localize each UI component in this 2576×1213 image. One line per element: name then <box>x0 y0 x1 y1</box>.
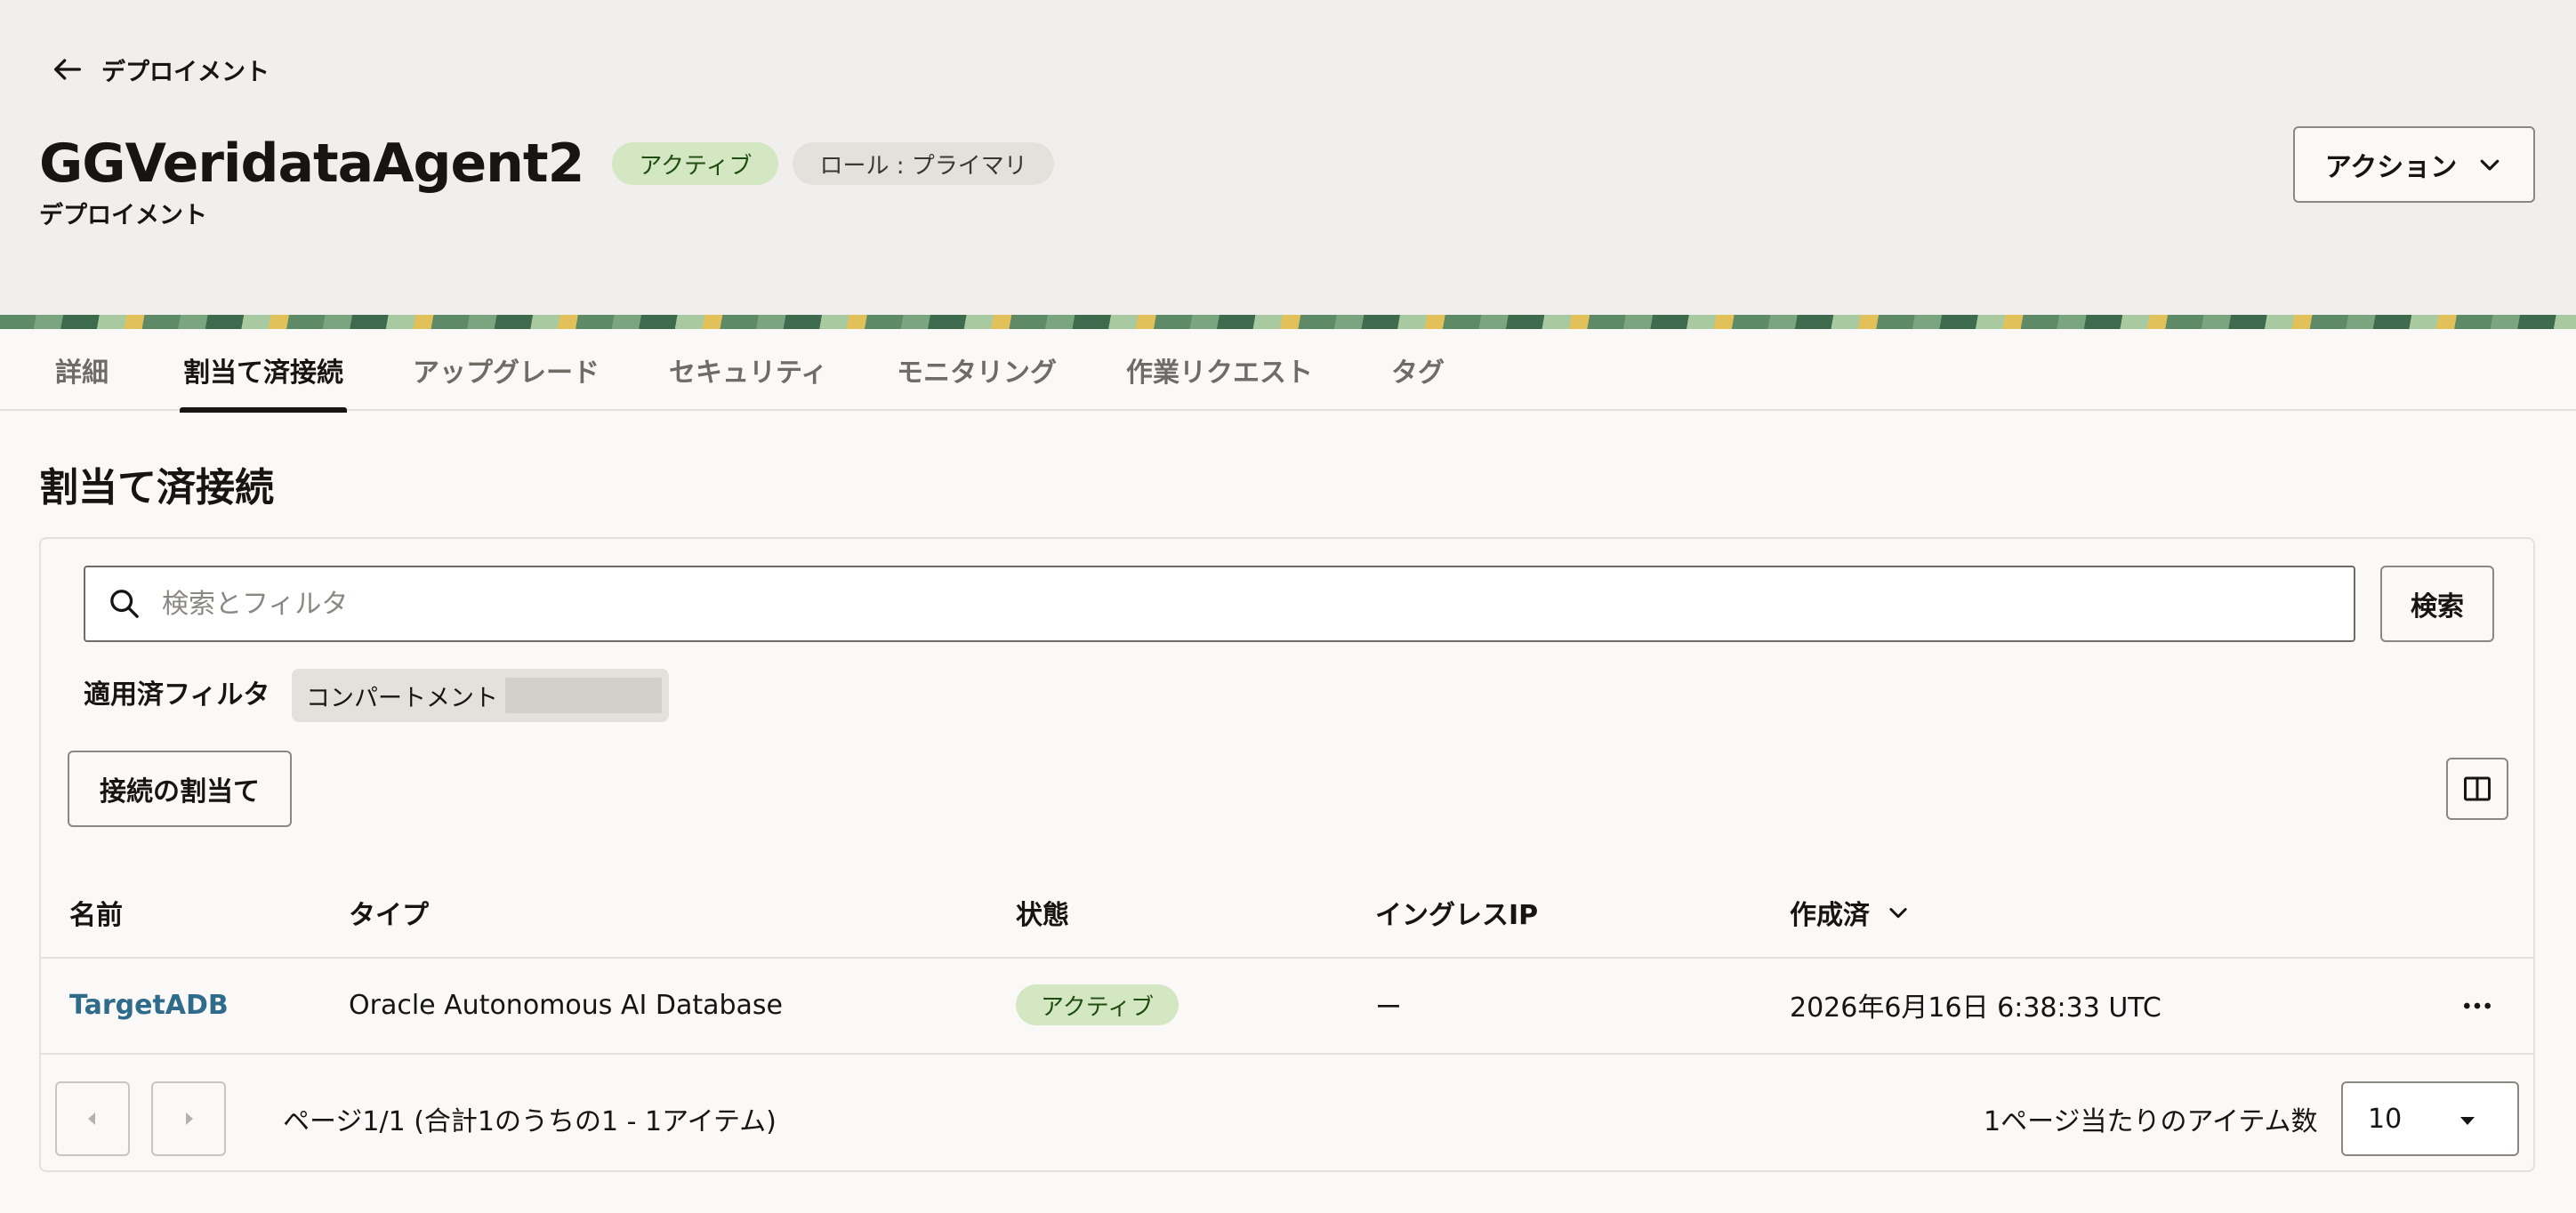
filter-chip-label: コンパートメント <box>306 684 498 712</box>
caret-down-icon <box>2460 1117 2475 1125</box>
decorative-banner <box>0 315 2576 329</box>
title-row: GGVeridataAgent2 アクティブ ロール : プライマリ <box>39 128 1054 199</box>
table-divider <box>41 957 2533 959</box>
items-per-page-select[interactable]: 10 <box>2341 1081 2519 1156</box>
tab-details[interactable]: 詳細 <box>55 329 109 411</box>
search-input[interactable] <box>162 588 2297 620</box>
actions-menu-button[interactable]: アクション <box>2293 126 2535 203</box>
chevron-down-icon <box>2480 159 2500 171</box>
connection-ingress-ip: ー <box>1375 992 1402 1024</box>
tab-security[interactable]: セキュリティ <box>669 329 827 411</box>
applied-filters-label: 適用済フィルタ <box>84 679 270 711</box>
tab-upgrade[interactable]: アップグレード <box>413 329 600 411</box>
compartment-filter-chip[interactable]: コンパートメント <box>292 669 669 722</box>
search-field[interactable] <box>84 566 2355 642</box>
assign-connection-button[interactable]: 接続の割当て <box>68 751 292 827</box>
tab-bar: 詳細 割当て済接続 アップグレード セキュリティ モニタリング 作業リクエスト … <box>0 329 2576 413</box>
sort-chevron-down-icon <box>1889 908 1907 919</box>
arrow-left-icon <box>54 59 82 80</box>
connection-type: Oracle Autonomous AI Database <box>349 989 783 1021</box>
connection-created: 2026年6月16日 6:38:33 UTC <box>1790 992 2161 1024</box>
pagination-summary: ページ1/1 (合計1のうちの1 - 1アイテム) <box>283 1106 777 1137</box>
state-badge: アクティブ <box>1016 984 1179 1025</box>
items-per-page-label: 1ページ当たりのアイテム数 <box>1984 1106 2318 1137</box>
items-per-page-value: 10 <box>2368 1103 2403 1135</box>
page-header: デプロイメント GGVeridataAgent2 アクティブ ロール : プライ… <box>0 0 2576 315</box>
caret-right-icon <box>186 1113 193 1125</box>
redacted-value <box>505 678 662 713</box>
column-header-type[interactable]: タイプ <box>349 891 429 934</box>
column-header-name[interactable]: 名前 <box>69 891 123 934</box>
section-title: 割当て済接続 <box>39 465 274 510</box>
connections-panel: 検索 適用済フィルタ コンパートメント 接続の割当て 名前 タイプ 状態 イング… <box>39 537 2535 1172</box>
connection-name-link[interactable]: TargetADB <box>69 978 229 1032</box>
row-actions-button[interactable] <box>2455 984 2500 1028</box>
actions-label: アクション <box>2324 152 2458 183</box>
search-icon <box>110 590 139 618</box>
tab-monitoring[interactable]: モニタリング <box>897 329 1057 411</box>
column-header-created-label: 作成済 <box>1790 900 1870 931</box>
role-badge: ロール : プライマリ <box>793 142 1054 185</box>
caret-left-icon <box>88 1113 95 1125</box>
more-horizontal-icon <box>2464 1002 2491 1009</box>
back-to-deployments-link[interactable]: デプロイメント <box>50 50 270 89</box>
tab-tags[interactable]: タグ <box>1391 329 1445 411</box>
column-header-ingress-ip[interactable]: イングレスIP <box>1375 891 1538 934</box>
column-settings-button[interactable] <box>2446 758 2508 820</box>
page-subtitle: デプロイメント <box>39 202 207 229</box>
previous-page-button[interactable] <box>55 1081 130 1156</box>
column-header-created[interactable]: 作成済 <box>1790 891 1911 934</box>
page-title: GGVeridataAgent2 <box>39 133 584 195</box>
connection-state: アクティブ <box>1016 978 1179 1032</box>
status-badge: アクティブ <box>612 142 779 185</box>
tab-work-requests[interactable]: 作業リクエスト <box>1126 329 1313 411</box>
columns-icon <box>2464 776 2491 801</box>
column-header-state[interactable]: 状態 <box>1016 891 1069 934</box>
search-button[interactable]: 検索 <box>2380 566 2494 642</box>
next-page-button[interactable] <box>151 1081 226 1156</box>
back-link-label: デプロイメント <box>101 58 270 86</box>
tab-assigned-connections[interactable]: 割当て済接続 <box>180 329 347 413</box>
table-divider-bottom <box>41 1053 2533 1055</box>
